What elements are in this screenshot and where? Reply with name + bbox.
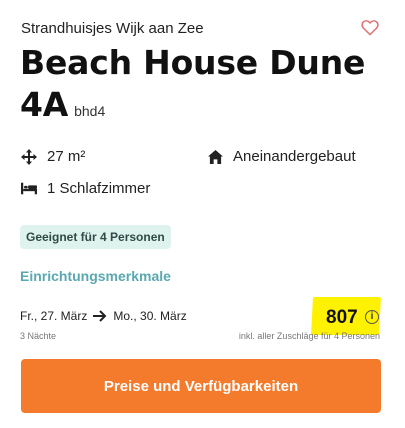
nights-count: 3 Nächte [20,331,57,341]
feature-bedrooms-label: 1 Schlafzimmer [47,180,151,197]
listing-title: Beach House Dune 4A bhd4 [20,42,380,132]
price-amount: 807 [326,307,358,328]
capacity-badge: Geeignet für 4 Personen [20,225,171,249]
feature-area: 27 m² [21,148,85,165]
house-icon [208,149,223,164]
listing-code: bhd4 [74,103,106,119]
check-in-date: Fr., 27. März [20,309,88,323]
feature-building-type: Aneinandergebaut [208,148,356,165]
heart-icon[interactable] [361,19,379,36]
location-subtitle: Strandhuisjes Wijk aan Zee [21,20,204,37]
price-note: inkl. aller Zuschläge für 4 Personen [238,331,380,341]
prices-availability-button[interactable]: Preise und Verfügbarkeiten [21,359,381,413]
feature-area-label: 27 m² [47,148,86,165]
listing-title-text: Beach House Dune 4A [20,43,366,124]
move-arrows-icon [21,148,37,165]
bed-icon [21,182,37,195]
check-out-date: Mo., 30. März [113,309,187,323]
arrow-right-icon [93,310,107,322]
info-icon[interactable]: i [365,310,379,324]
feature-building-type-label: Aneinandergebaut [233,148,356,165]
stay-dates: Fr., 27. März Mo., 30. März [20,309,187,323]
amenities-link[interactable]: Einrichtungsmerkmale [20,268,171,284]
feature-bedrooms: 1 Schlafzimmer [21,180,150,197]
